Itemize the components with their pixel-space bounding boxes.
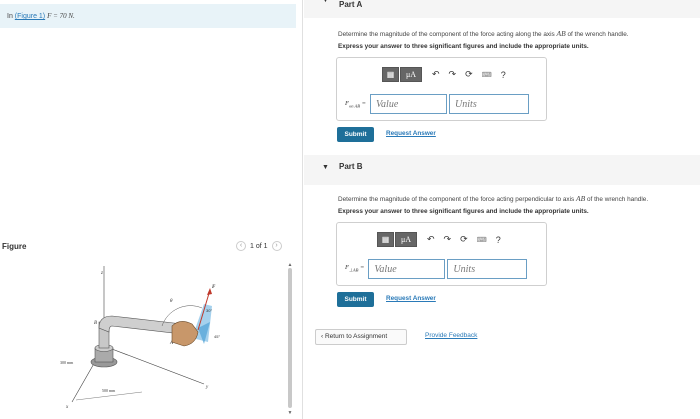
intro-prefix: In <box>7 13 13 20</box>
units-symbol-icon[interactable]: μA <box>395 232 417 247</box>
keyboard-icon[interactable]: ⌨ <box>477 236 487 244</box>
dim-300-label: 300 mm <box>60 360 74 365</box>
y-axis-label: y <box>205 385 209 390</box>
theta-label: θ <box>170 299 173 304</box>
part-b-field-label: F⊥AB = <box>345 264 364 273</box>
part-b-answer-row: F⊥AB = Value Units <box>345 259 528 279</box>
problem-intro: In (Figure 1) F = 70 N. <box>0 4 296 28</box>
part-b-answer-box: ▦ μA ↶ ↷ ⟳ ⌨ ? F⊥AB = Value Units <box>336 222 547 286</box>
figure-link[interactable]: (Figure 1) <box>15 13 45 20</box>
figure-scrollbar[interactable]: ▲ ▼ <box>287 262 293 416</box>
part-a-submit-button[interactable]: Submit <box>337 127 374 142</box>
dim-500-label: 500 mm <box>102 388 116 393</box>
part-b-request-answer-link[interactable]: Request Answer <box>386 295 436 302</box>
undo-icon[interactable]: ↶ <box>427 234 435 245</box>
column-divider <box>302 0 303 419</box>
hand <box>171 321 199 347</box>
part-a-toolbar: ▦ μA ↶ ↷ ⟳ ⌨ ? <box>382 67 506 82</box>
collapse-triangle-icon[interactable]: ▼ <box>322 164 329 171</box>
units-symbol-icon[interactable]: μA <box>400 67 422 82</box>
redo-icon[interactable]: ↷ <box>444 234 452 245</box>
part-b-desc-post: of the wrench handle. <box>586 196 649 203</box>
figure-page-count: 1 of 1 <box>250 242 268 250</box>
part-a-request-answer-link[interactable]: Request Answer <box>386 130 436 137</box>
part-a-answer-row: Fon AB = Value Units <box>345 94 530 114</box>
figure-pager: ‹ 1 of 1 › <box>236 241 282 251</box>
part-b-title: Part B <box>339 162 363 171</box>
part-a-desc-post: of the wrench handle. <box>567 31 629 38</box>
point-b-label: B <box>94 321 97 326</box>
wrench-handle <box>98 315 183 335</box>
reset-icon[interactable]: ⟳ <box>460 234 468 245</box>
part-a-units-input[interactable]: Units <box>449 94 530 114</box>
part-a-desc-axis: AB <box>556 29 566 38</box>
prev-figure-button[interactable]: ‹ <box>236 241 246 251</box>
help-icon[interactable]: ? <box>496 235 501 245</box>
next-figure-button[interactable]: › <box>271 241 282 251</box>
help-icon[interactable]: ? <box>501 70 506 80</box>
undo-icon[interactable]: ↶ <box>432 69 440 80</box>
part-b-toolbar: ▦ μA ↶ ↷ ⟳ ⌨ ? <box>377 232 501 247</box>
part-a-label-eq: = <box>360 99 367 107</box>
part-b-submit-button[interactable]: Submit <box>337 292 374 307</box>
templates-icon[interactable]: ▦ <box>377 232 394 247</box>
keyboard-icon[interactable]: ⌨ <box>482 71 492 79</box>
force-label: F <box>212 285 216 290</box>
part-a-desc-pre: Determine the magnitude of the component… <box>338 31 555 38</box>
reset-icon[interactable]: ⟳ <box>465 69 473 80</box>
part-b-desc-pre: Determine the magnitude of the component… <box>338 196 575 203</box>
angle-45-label: 45° <box>214 334 220 339</box>
scroll-thumb[interactable] <box>288 268 292 408</box>
part-a-header[interactable]: ▼ Part A <box>304 0 700 18</box>
redo-icon[interactable]: ↷ <box>449 69 457 80</box>
part-a-field-label: Fon AB = <box>345 100 366 108</box>
x-axis-label: x <box>65 405 69 410</box>
part-b-label-sub: ⊥AB <box>348 267 359 273</box>
part-a-title: Part A <box>339 0 363 9</box>
return-to-assignment-button[interactable]: ‹ Return to Assignment <box>315 329 407 345</box>
chevron-left-icon: ‹ <box>321 333 324 340</box>
part-b-description: Determine the magnitude of the component… <box>338 194 648 203</box>
part-b-label-eq: = <box>358 264 365 272</box>
part-a-description: Determine the magnitude of the component… <box>338 29 629 38</box>
part-a-value-input[interactable]: Value <box>370 94 448 114</box>
provide-feedback-link[interactable]: Provide Feedback <box>425 332 477 339</box>
part-b-desc-axis: AB <box>576 194 586 203</box>
part-a-instruction: Express your answer to three significant… <box>338 43 589 50</box>
part-a-answer-box: ▦ μA ↶ ↷ ⟳ ⌨ ? Fon AB = Value Units <box>336 57 547 121</box>
wrench-figure: z y x B A θ F 30° 45° 300 mm 500 mm <box>60 266 220 410</box>
part-b-header[interactable]: ▼ Part B <box>304 155 700 185</box>
part-b-value-input[interactable]: Value <box>368 259 446 279</box>
collapse-triangle-icon[interactable]: ▼ <box>322 0 329 4</box>
z-axis-label: z <box>100 271 103 276</box>
part-b-instruction: Express your answer to three significant… <box>338 208 589 215</box>
angle-30-label: 30° <box>206 308 212 313</box>
figure-heading: Figure <box>2 242 27 251</box>
left-panel: In (Figure 1) F = 70 N. Figure ‹ 1 of 1 … <box>0 0 300 419</box>
scroll-down-icon[interactable]: ▼ <box>287 410 293 416</box>
force-statement: F = 70 N. <box>47 12 75 20</box>
y-axis <box>103 345 205 385</box>
dim-500-line <box>75 391 143 401</box>
part-a-label-sub: on AB <box>348 103 361 109</box>
return-label: Return to Assignment <box>324 333 388 340</box>
part-b-units-input[interactable]: Units <box>447 259 528 279</box>
templates-icon[interactable]: ▦ <box>382 67 399 82</box>
